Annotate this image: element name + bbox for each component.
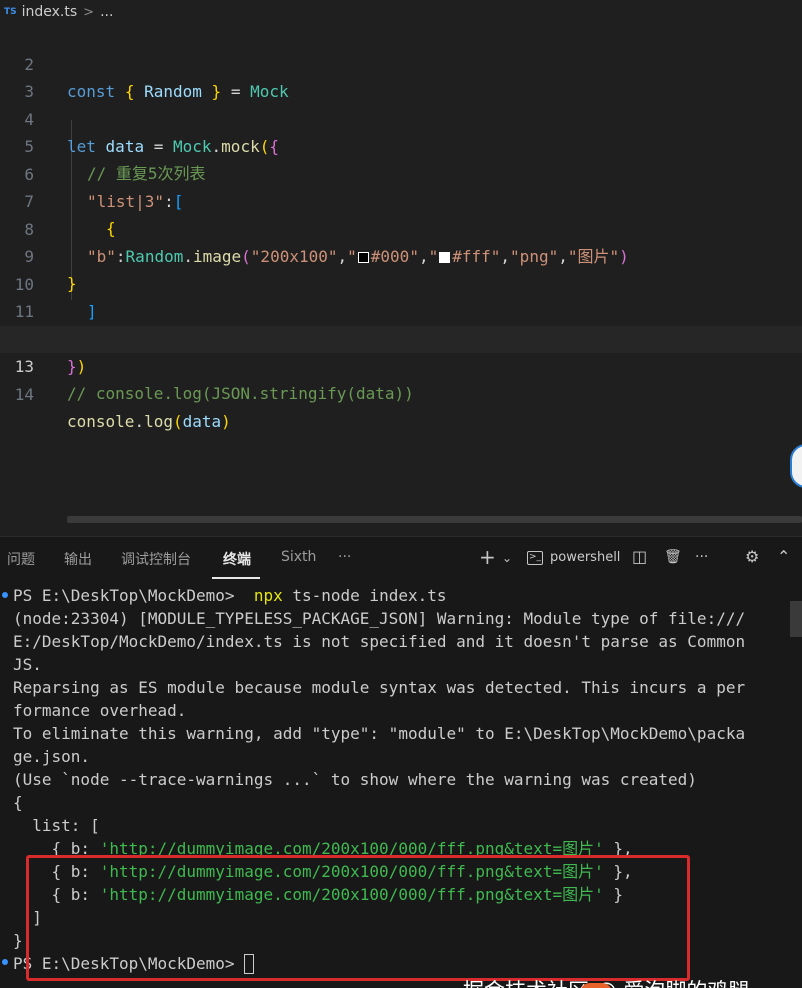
terminal-command-npx: npx — [253, 586, 283, 605]
breadcrumb-ellipsis[interactable]: ... — [100, 4, 113, 20]
terminal-more-actions-icon[interactable]: ··· — [695, 549, 708, 565]
typescript-file-icon: TS — [4, 7, 17, 17]
line-number: 14 — [14, 385, 34, 404]
code-line: 14 console.log(data) — [0, 354, 802, 431]
terminal-command-line: PS E:\DeskTop\MockDemo> npx ts-node inde… — [13, 584, 447, 607]
panel-settings-icon[interactable]: ⚙ — [745, 547, 759, 566]
terminal-output-line: (node:23304) [MODULE_TYPELESS_PACKAGE_JS… — [13, 609, 746, 628]
code-line: 8 "b":Random.image("200x100"," #000"," #ff… — [0, 189, 802, 266]
code-editor[interactable]: 2 const { Random } = Mock 3 4 let data =… — [0, 24, 802, 518]
new-terminal-plus-icon[interactable]: + — [479, 545, 496, 569]
terminal-output-line: formance overhead. — [13, 701, 187, 720]
code-token: data — [182, 412, 222, 431]
split-terminal-icon[interactable]: ◫ — [632, 547, 647, 566]
decorative-orange-shape — [580, 983, 612, 988]
terminal-output-line: E:/DeskTop/MockDemo/index.ts is not spec… — [13, 632, 746, 651]
code-line: 2 const { Random } = Mock — [0, 24, 802, 101]
tab-sixth[interactable]: Sixth — [281, 549, 316, 565]
terminal-icon: >_ — [527, 550, 543, 565]
breadcrumb-file-name[interactable]: index.ts — [22, 4, 78, 20]
active-tab-indicator — [212, 577, 260, 579]
code-token: console — [67, 412, 135, 431]
terminal-output-line: ge.json. — [13, 747, 91, 766]
bottom-panel: 问题 输出 调试控制台 终端 Sixth ··· + ⌄ >_ powershe… — [0, 536, 802, 988]
code-token: . — [134, 412, 145, 431]
code-line: 12 }) — [0, 299, 802, 376]
terminal-output-line: (Use `node --trace-warnings ...` to show… — [13, 770, 697, 789]
collapse-panel-icon[interactable]: ⌃ — [777, 547, 790, 566]
code-comment: // console.log(JSON.stringify(data)) — [67, 384, 414, 403]
panel-tabs: 问题 输出 调试控制台 终端 Sixth ··· + ⌄ >_ powershe… — [0, 537, 802, 581]
horizontal-scrollbar[interactable] — [67, 516, 802, 523]
tab-debug-console[interactable]: 调试控制台 — [121, 549, 191, 569]
new-terminal-chevron-icon[interactable]: ⌄ — [502, 551, 512, 565]
tab-problems[interactable]: 问题 — [7, 549, 35, 569]
tab-output[interactable]: 输出 — [64, 549, 92, 569]
code-line: 9 } — [0, 216, 802, 293]
terminal-output-line: Reparsing as ES module because module sy… — [13, 678, 746, 697]
terminal-shell-selector[interactable]: >_ powershell — [527, 550, 620, 565]
code-line: 7 { — [0, 161, 802, 238]
code-line: 3 — [0, 51, 802, 101]
code-line: 10 ] — [0, 244, 802, 321]
terminal-list-open: list: [ — [13, 816, 100, 835]
code-token: ) — [221, 412, 231, 431]
code-line: 4 let data = Mock.mock({ — [0, 79, 802, 156]
code-line: 6 "list|3":[ — [0, 134, 802, 211]
highlight-annotation-box — [26, 855, 690, 981]
terminal-command-args: ts-node index.ts — [282, 586, 447, 605]
prompt-status-dot-icon — [2, 959, 8, 965]
terminal-output-line: { — [13, 793, 23, 812]
code-line: 5 // 重复5次列表 — [0, 106, 802, 183]
code-line-current: 13 // console.log(JSON.stringify(data)) — [0, 326, 802, 403]
more-tabs-icon[interactable]: ··· — [338, 549, 351, 565]
terminal-output-line: JS. — [13, 655, 42, 674]
code-token: log — [144, 412, 173, 431]
kill-terminal-trash-icon[interactable]: 🗑 — [664, 549, 682, 565]
terminal-prompt: PS E:\DeskTop\MockDemo> — [13, 586, 245, 605]
tab-terminal[interactable]: 终端 — [223, 549, 251, 569]
terminal-output-line: To eliminate this warning, add "type": "… — [13, 724, 746, 743]
code-line: 11 — [0, 271, 802, 321]
command-status-dot-icon — [2, 592, 8, 598]
breadcrumb-separator-icon: > — [83, 4, 95, 20]
breadcrumb: TS index.ts > ... — [0, 0, 802, 24]
shell-name: powershell — [550, 550, 621, 565]
terminal-scrollbar[interactable] — [790, 601, 802, 637]
terminal-object-close: } — [13, 931, 23, 950]
code-token: ( — [172, 412, 183, 431]
